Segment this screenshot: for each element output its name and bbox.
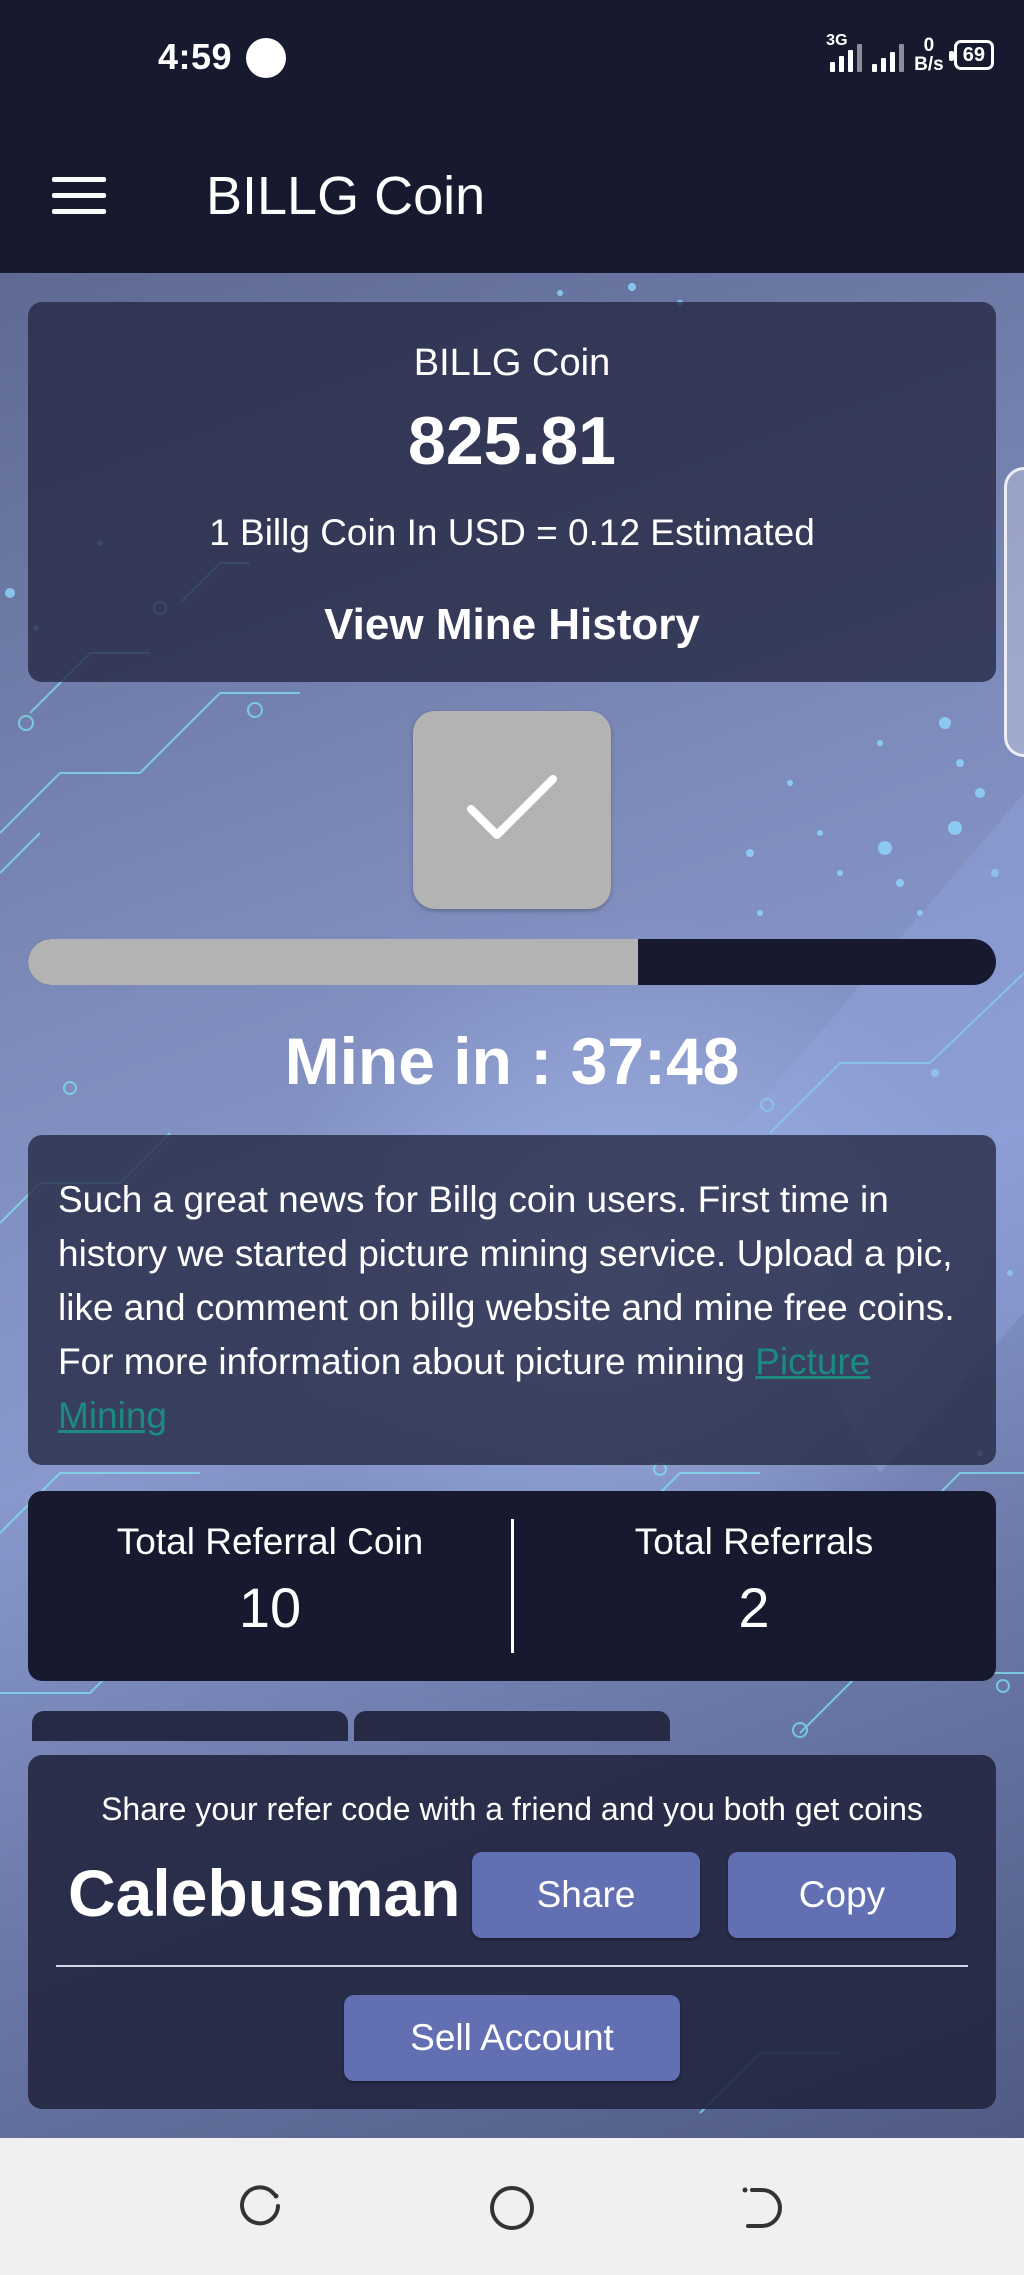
network-type-label: 3G bbox=[826, 32, 848, 49]
copy-button[interactable]: Copy bbox=[728, 1852, 956, 1938]
side-drawer-handle[interactable] bbox=[1004, 467, 1024, 757]
system-nav-bar bbox=[0, 2138, 1024, 2275]
refer-code: Calebusman bbox=[68, 1856, 461, 1930]
total-referrals: Total Referrals 2 bbox=[512, 1521, 996, 1640]
share-description: Share your refer code with a friend and … bbox=[101, 1791, 923, 1827]
hidden-tab-left[interactable] bbox=[32, 1711, 348, 1741]
status-time: 4:59 bbox=[158, 36, 233, 77]
total-referral-coin: Total Referral Coin 10 bbox=[28, 1521, 512, 1640]
app-bar: BILLG Coin bbox=[0, 115, 1024, 273]
mining-progress-fill bbox=[28, 939, 638, 985]
balance-card: BILLG Coin 825.81 1 Billg Coin In USD = … bbox=[28, 302, 996, 682]
mine-button[interactable] bbox=[413, 711, 611, 909]
share-button[interactable]: Share bbox=[472, 1852, 700, 1938]
view-mine-history-link[interactable]: View Mine History bbox=[28, 600, 996, 650]
network-speed-value: 0 bbox=[923, 35, 935, 56]
mine-countdown: Mine in : 37:48 bbox=[284, 1024, 740, 1098]
mobile-signal-icon: 3G bbox=[826, 32, 863, 72]
total-referrals-value: 2 bbox=[738, 1576, 770, 1639]
referral-stats-card: Total Referral Coin 10 Total Referrals 2 bbox=[28, 1491, 996, 1681]
back-icon[interactable] bbox=[738, 2184, 786, 2232]
balance-amount: 825.81 bbox=[408, 403, 616, 479]
checkmark-icon bbox=[467, 775, 557, 839]
mining-progress-bar bbox=[28, 939, 996, 985]
network-speed: 0 B/s bbox=[914, 36, 944, 74]
battery-icon: 69 bbox=[948, 40, 994, 70]
total-referral-coin-label: Total Referral Coin bbox=[116, 1521, 424, 1562]
hidden-tab-right[interactable] bbox=[354, 1711, 670, 1741]
status-indicators: 3G 0 B/s 69 bbox=[826, 30, 994, 80]
recent-apps-icon[interactable] bbox=[238, 2184, 286, 2232]
refer-share-card: Share your refer code with a friend and … bbox=[28, 1755, 996, 2109]
hamburger-menu-icon[interactable] bbox=[52, 177, 106, 215]
battery-level: 69 bbox=[962, 44, 985, 66]
app-title: BILLG Coin bbox=[206, 166, 486, 226]
sell-account-button[interactable]: Sell Account bbox=[344, 1995, 680, 2081]
home-icon[interactable] bbox=[488, 2184, 536, 2232]
news-card: Such a great news for Billg coin users. … bbox=[28, 1135, 996, 1465]
main-content[interactable]: BILLG Coin 825.81 1 Billg Coin In USD = … bbox=[0, 273, 1024, 2138]
status-bar: 4:59 3G 0 B/s 69 bbox=[0, 0, 1024, 115]
total-referral-coin-value: 10 bbox=[238, 1576, 302, 1639]
share-card-divider bbox=[56, 1965, 968, 1967]
notification-dot-icon bbox=[246, 38, 286, 78]
network-speed-unit: B/s bbox=[914, 54, 944, 75]
wifi-signal-icon bbox=[872, 38, 905, 72]
balance-label: BILLG Coin bbox=[413, 342, 611, 384]
news-text: Such a great news for Billg coin users. … bbox=[58, 1173, 978, 1443]
total-referrals-label: Total Referrals bbox=[634, 1521, 874, 1562]
usd-rate: 1 Billg Coin In USD = 0.12 Estimated bbox=[209, 512, 815, 553]
